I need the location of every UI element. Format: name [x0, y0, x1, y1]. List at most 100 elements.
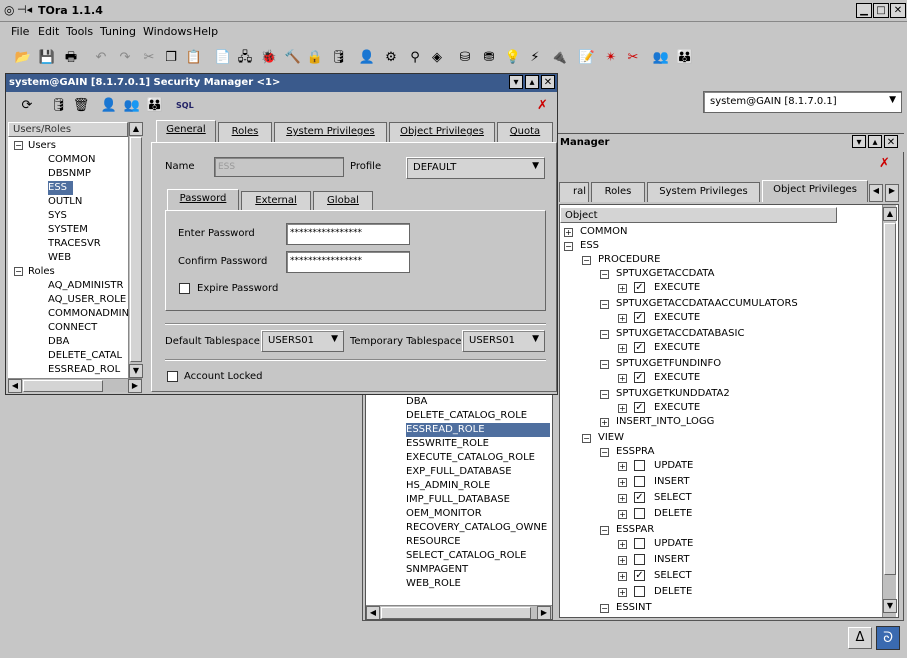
- tree-node-users[interactable]: Users: [28, 139, 62, 153]
- expand-icon[interactable]: +: [618, 494, 627, 503]
- collapse-icon[interactable]: −: [582, 256, 591, 265]
- tab-external[interactable]: External: [241, 191, 311, 211]
- bulb-icon[interactable]: 💡: [504, 49, 522, 67]
- network-icon[interactable]: ⚲: [406, 49, 424, 67]
- role-list-item[interactable]: EXP_FULL_DATABASE: [406, 465, 516, 479]
- role-list-item[interactable]: SNMPAGENT: [406, 563, 472, 577]
- object-tree-item[interactable]: ESSPRA: [616, 445, 654, 459]
- scroll-thumb[interactable]: [130, 137, 142, 362]
- back-minimize-button[interactable]: ▾: [852, 135, 866, 148]
- back-tab-general[interactable]: ral: [559, 182, 589, 202]
- people-icon[interactable]: 👪: [676, 49, 694, 67]
- menu-edit[interactable]: Edit: [38, 25, 59, 38]
- copy-icon[interactable]: ❐: [162, 49, 180, 67]
- privilege-checkbox[interactable]: [634, 586, 645, 597]
- tab-left-arrow[interactable]: ◀: [869, 184, 883, 202]
- security-icon[interactable]: 👥: [652, 49, 670, 67]
- tree-user-item[interactable]: COMMON: [48, 153, 101, 167]
- privilege-checkbox[interactable]: [634, 508, 645, 519]
- gear-icon[interactable]: ⚙: [382, 49, 400, 67]
- expand-icon[interactable]: +: [618, 404, 627, 413]
- tab-roles[interactable]: Roles: [218, 122, 272, 142]
- expand-icon[interactable]: +: [618, 344, 627, 353]
- tree-user-item[interactable]: WEB: [48, 251, 77, 265]
- tree-role-item[interactable]: COMMONADMIN: [48, 307, 130, 321]
- collapse-icon[interactable]: −: [564, 242, 573, 251]
- close-tool-icon[interactable]: ✗: [537, 98, 548, 113]
- collapse-icon[interactable]: −: [600, 448, 609, 457]
- tree-role-item[interactable]: AQ_ADMINISTR: [48, 279, 130, 293]
- storage-icon[interactable]: 🛢: [330, 49, 348, 67]
- maximize-button[interactable]: □: [873, 3, 889, 18]
- back-tab-system-privileges[interactable]: System Privileges: [647, 182, 760, 202]
- connection-select[interactable]: system@GAIN [8.1.7.0.1] ▼: [703, 91, 902, 113]
- undo-icon[interactable]: ↶: [92, 49, 110, 67]
- collapse-icon[interactable]: −: [582, 434, 591, 443]
- role-list-item[interactable]: SELECT_CATALOG_ROLE: [406, 549, 530, 563]
- tree-role-item[interactable]: DELETE_CATAL: [48, 349, 128, 363]
- default-tablespace-select[interactable]: USERS01 ▼: [261, 330, 344, 352]
- users-tree-hscroll[interactable]: ◀ ▶: [8, 378, 142, 393]
- users-roles-header[interactable]: Users/Roles: [8, 122, 128, 137]
- tab-global[interactable]: Global: [313, 191, 373, 211]
- profile-select[interactable]: DEFAULT ▼: [406, 157, 545, 179]
- tuning-icon[interactable]: 🔨: [284, 49, 302, 67]
- role-list-item[interactable]: RESOURCE: [406, 535, 465, 549]
- redo-icon[interactable]: ↷: [116, 49, 134, 67]
- expand-icon[interactable]: +: [618, 462, 627, 471]
- tree-user-item[interactable]: SYSTEM: [48, 223, 94, 237]
- security-maximize-button[interactable]: ▴: [525, 75, 539, 89]
- sql-icon[interactable]: SQL: [176, 101, 194, 110]
- tab-right-arrow[interactable]: ▶: [885, 184, 899, 202]
- tab-password[interactable]: Password: [167, 189, 239, 211]
- privilege-checkbox[interactable]: [634, 476, 645, 487]
- collapse-icon[interactable]: −: [600, 270, 609, 279]
- tree-user-item[interactable]: ESS: [48, 181, 74, 195]
- privilege-checkbox[interactable]: ✓: [634, 570, 645, 581]
- collapse-icon[interactable]: −: [600, 604, 609, 613]
- tab-quota[interactable]: Quota: [497, 122, 553, 142]
- menu-tuning[interactable]: Tuning: [100, 25, 136, 38]
- lock-icon[interactable]: 🔒: [306, 49, 324, 67]
- privilege-checkbox[interactable]: [634, 554, 645, 565]
- expand-icon[interactable]: +: [618, 284, 627, 293]
- role-list-item[interactable]: WEB_ROLE: [406, 577, 465, 591]
- spark-icon[interactable]: ✴: [602, 49, 620, 67]
- scroll-down-button[interactable]: ▼: [883, 599, 897, 613]
- privilege-checkbox[interactable]: [634, 460, 645, 471]
- privilege-checkbox[interactable]: ✓: [634, 342, 645, 353]
- role-list-item[interactable]: OEM_MONITOR: [406, 507, 486, 521]
- role-list-item[interactable]: EXECUTE_CATALOG_ROLE: [406, 451, 539, 465]
- tab-system-privileges[interactable]: System Privileges: [274, 122, 387, 142]
- object-tree-item[interactable]: EXECUTE: [654, 341, 700, 355]
- back-maximize-button[interactable]: ▴: [868, 135, 882, 148]
- object-tree-item[interactable]: INSERT_INTO_LOGG: [616, 415, 714, 429]
- object-tree-item[interactable]: EXECUTE: [654, 371, 700, 385]
- close-button[interactable]: ✕: [890, 3, 906, 18]
- scroll-down-button[interactable]: ▼: [129, 364, 143, 378]
- security-minimize-button[interactable]: ▾: [509, 75, 523, 89]
- object-tree-item[interactable]: ESSINT: [616, 601, 652, 615]
- refresh-icon[interactable]: ⟳: [18, 97, 36, 115]
- menu-file[interactable]: File: [11, 25, 29, 38]
- confirm-password-field[interactable]: ****************: [286, 251, 410, 273]
- minimize-button[interactable]: ▁: [856, 3, 872, 18]
- privilege-checkbox[interactable]: ✓: [634, 312, 645, 323]
- delta-button[interactable]: Δ: [848, 627, 872, 649]
- scroll-left-button[interactable]: ◀: [366, 606, 380, 619]
- paste-icon[interactable]: 📋: [185, 49, 203, 67]
- tree-node-roles[interactable]: Roles: [28, 265, 61, 279]
- back-close-tool-icon[interactable]: ✗: [879, 156, 890, 171]
- tora-icon[interactable]: ◎: [4, 3, 14, 17]
- users-tree-vscroll[interactable]: ▲ ▼: [128, 122, 143, 378]
- collapse-icon[interactable]: −: [600, 360, 609, 369]
- collapse-icon[interactable]: −: [600, 390, 609, 399]
- role-list-item[interactable]: IMP_FULL_DATABASE: [406, 493, 514, 507]
- object-tree-item[interactable]: DELETE: [654, 585, 692, 599]
- privilege-checkbox[interactable]: ✓: [634, 282, 645, 293]
- print-icon[interactable]: 🖶: [62, 49, 80, 67]
- collapse-icon[interactable]: −: [600, 526, 609, 535]
- object-tree-item[interactable]: SELECT: [654, 569, 692, 583]
- object-tree-item[interactable]: INSERT: [654, 553, 689, 567]
- tree-role-item[interactable]: CONNECT: [48, 321, 103, 335]
